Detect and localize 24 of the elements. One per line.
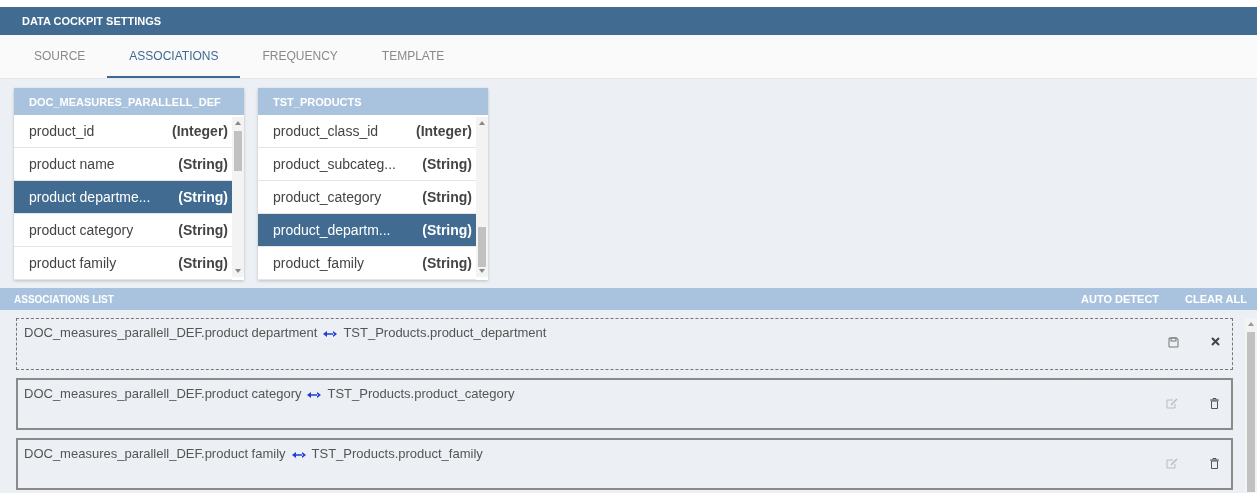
edit-icon[interactable]: [1166, 458, 1178, 469]
target-column: TST_Products.product_family: [311, 446, 483, 461]
column-item[interactable]: product departme... (String): [14, 181, 232, 214]
window-title: DATA COCKPIT SETTINGS: [0, 7, 1257, 35]
target-column: TST_Products.product_department: [343, 325, 547, 340]
double-arrow-icon: [307, 391, 322, 398]
double-arrow-icon: [323, 330, 338, 337]
column-item[interactable]: product_departm... (String): [258, 214, 476, 247]
scrollbar-drawing[interactable]: [232, 117, 244, 277]
edit-icon[interactable]: [1166, 398, 1178, 409]
source-column: DOC_measures_parallell_DEF.product family: [24, 446, 286, 461]
close-icon[interactable]: [1211, 337, 1220, 346]
list-title: ASSOCIATIONS LIST: [14, 293, 115, 305]
trash-icon[interactable]: [1210, 458, 1219, 469]
table-header: DOC_MEASURES_PARALLELL_DEF: [14, 88, 244, 115]
source-column: DOC_measures_parallell_DEF.product department: [24, 325, 318, 340]
save-icon[interactable]: [1168, 337, 1179, 348]
source-column: DOC_measures_parallell_DEF.product category: [24, 386, 302, 401]
table-header: TST_PRODUCTS: [258, 88, 488, 115]
trash-icon[interactable]: [1210, 398, 1219, 409]
scrollbar-drawing[interactable]: [476, 117, 488, 277]
target-column: TST_Products.product_category: [327, 386, 515, 401]
scrollbar-drawing[interactable]: [1245, 318, 1257, 493]
double-arrow-icon: [291, 451, 306, 458]
